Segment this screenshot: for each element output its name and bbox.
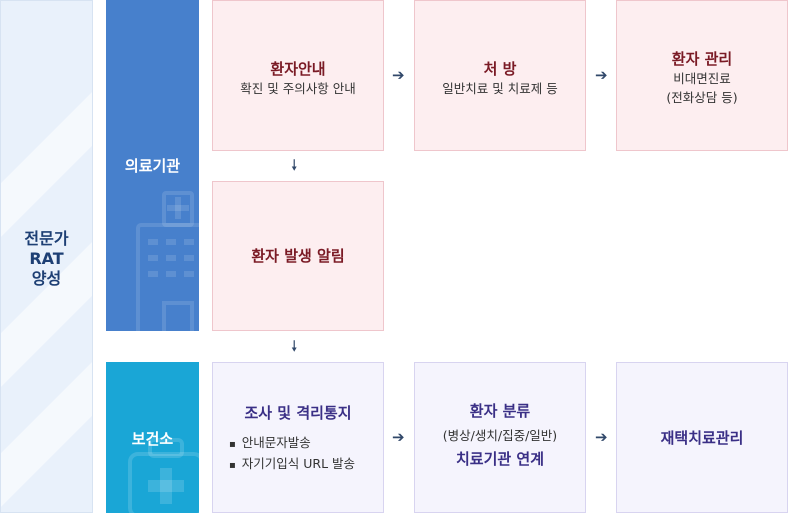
box-prescription-title: 처 방 [483,60,517,78]
arrow-right-icon: ➔ [595,66,608,84]
bullet-item: 안내문자발송 [229,433,383,454]
arrow-down-icon: 🠗 [291,337,298,355]
box-patient-management: 환자 관리 비대면진료 (전화상담 등) [616,0,788,151]
box-prescription-sub: 일반치료 및 치료제 등 [442,81,558,96]
box-patient-notify-title: 환자 발생 알림 [251,247,345,265]
box-patient-notify: 환자 발생 알림 [212,181,384,331]
org-hospital: 의료기관 [106,0,199,331]
arrow-right-icon: ➔ [392,428,405,446]
box-investigation: 조사 및 격리통지 안내문자발송 자기기입식 URL 발송 [212,362,384,513]
hospital-building-icon [136,191,199,331]
box-classification-sub: (병상/생치/집중/일반) [442,428,558,443]
box-home-care: 재택치료관리 [616,362,788,513]
box-patient-guide-sub: 확진 및 주의사항 안내 [240,81,356,96]
box-patient-guide-title: 환자안내 [270,60,326,78]
arrow-right-icon: ➔ [392,66,405,84]
box-classification-title2: 치료기관 연계 [455,450,545,468]
decor-stripe [1,355,92,512]
left-column: 전문가 RAT 양성 [0,0,93,513]
org-health-center: 보건소 [106,362,199,513]
box-patient-management-title: 환자 관리 [671,50,733,68]
org-hospital-label: 의료기관 [124,157,181,175]
arrow-down-icon: 🠗 [291,156,298,174]
bullet-item: 자기기입식 URL 발송 [229,454,383,475]
org-health-center-label: 보건소 [131,430,174,448]
box-classification: 환자 분류 (병상/생치/집중/일반) 치료기관 연계 [414,362,586,513]
box-prescription: 처 방 일반치료 및 치료제 등 [414,0,586,151]
box-investigation-title: 조사 및 격리통지 [244,404,352,422]
arrow-right-icon: ➔ [595,428,608,446]
box-classification-title: 환자 분류 [469,402,531,420]
left-label: 전문가 RAT 양성 [24,229,69,288]
box-home-care-title: 재택치료관리 [660,429,744,447]
box-patient-guide: 환자안내 확진 및 주의사항 안내 [212,0,384,151]
investigation-bullet-list: 안내문자발송 자기기입식 URL 발송 [229,433,383,475]
box-patient-management-sub: 비대면진료 (전화상담 등) [666,71,738,105]
